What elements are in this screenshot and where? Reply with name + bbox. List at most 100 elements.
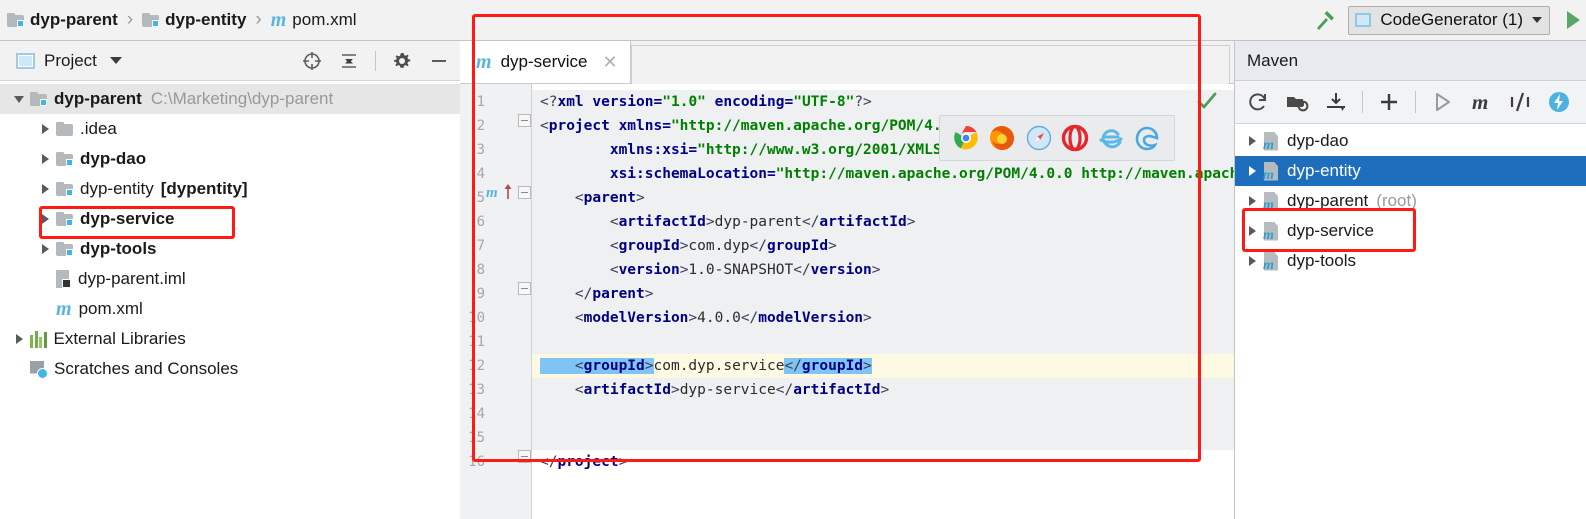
chevron-down-icon[interactable] (8, 95, 30, 103)
code-line[interactable]: <parent> (540, 186, 645, 210)
code-line[interactable]: xsi:schemaLocation="http://maven.apache.… (540, 162, 1234, 186)
chevron-right-icon[interactable] (1241, 226, 1263, 236)
download-sources-icon[interactable] (1323, 89, 1349, 115)
code-token: dyp-parent (714, 214, 802, 230)
tree-row-external-libraries[interactable]: External Libraries (0, 324, 460, 354)
hammer-icon[interactable] (1312, 7, 1338, 33)
tree-row-dyp-service[interactable]: dyp-service (0, 204, 460, 234)
maven-parent-nav-icon[interactable]: m (486, 180, 516, 204)
internet-explorer-icon[interactable] (1097, 124, 1125, 152)
project-panel-title[interactable]: Project (16, 51, 122, 71)
run-configuration-selector[interactable]: CodeGenerator (1) (1348, 5, 1550, 35)
code-line[interactable]: </project> (540, 450, 627, 474)
opera-icon[interactable] (1061, 124, 1089, 152)
ok-check-icon[interactable] (1196, 91, 1218, 116)
svg-text:m: m (486, 185, 498, 201)
code-line[interactable]: <modelVersion>4.0.0</modelVersion> (540, 306, 872, 330)
fold-marker-project-close[interactable] (518, 450, 531, 463)
code-token: groupId (583, 358, 645, 374)
tree-row-idea[interactable]: .idea (0, 114, 460, 144)
browser-launch-popup[interactable] (939, 115, 1175, 161)
maven-project-icon: m (1263, 222, 1280, 242)
maven-tool-window: Maven m m dyp-dao m dyp-entity m dyp-par… (1234, 41, 1586, 519)
editor-gutter[interactable]: m 1 2 3 4 5 6 7 8 9 10 11 12 13 14 15 16 (460, 84, 583, 519)
breadcrumb-separator-icon: › (255, 9, 262, 30)
tree-row-dyp-entity[interactable]: dyp-entity [dypentity] (0, 174, 460, 204)
breadcrumb-item-pom-xml[interactable]: m pom.xml (268, 10, 360, 30)
maven-panel-header: Maven (1235, 41, 1586, 81)
code-token: modelVersion (583, 310, 689, 326)
chevron-right-icon[interactable] (34, 184, 56, 194)
chevron-right-icon[interactable] (8, 334, 30, 344)
code-line[interactable]: <artifactId>dyp-service</artifactId> (540, 378, 889, 402)
breadcrumb-item-dyp-entity[interactable]: dyp-entity (139, 10, 249, 30)
execute-maven-goal-icon[interactable]: m (1468, 89, 1494, 115)
maven-row-dyp-parent[interactable]: m dyp-parent (root) (1235, 186, 1586, 216)
code-line[interactable]: <?xml version="1.0" encoding="UTF-8"?> (540, 90, 872, 114)
caret-down-icon[interactable] (109, 57, 122, 64)
maven-row-dyp-dao[interactable]: m dyp-dao (1235, 126, 1586, 156)
fold-marker-parent-close[interactable] (518, 282, 531, 295)
hide-panel-icon[interactable] (428, 50, 450, 72)
reimport-refresh-icon[interactable] (1245, 89, 1271, 115)
run-play-icon[interactable] (1560, 7, 1586, 33)
tree-row-pom-xml[interactable]: m pom.xml (0, 294, 460, 324)
tree-label: dyp-dao (80, 149, 147, 168)
code-line[interactable]: <groupId>com.dyp.service</groupId> (540, 354, 872, 378)
add-maven-project-icon[interactable] (1376, 89, 1402, 115)
code-token: > (906, 214, 916, 230)
chrome-icon[interactable] (952, 124, 980, 152)
code-line[interactable]: </parent> (540, 282, 654, 306)
settings-gear-icon[interactable] (391, 50, 413, 72)
code-token: artifactId (819, 214, 907, 230)
tree-label: dyp-parent (54, 89, 142, 108)
maven-project-icon: m (1263, 192, 1280, 212)
chevron-right-icon[interactable] (1241, 256, 1263, 266)
editor-tab-dyp-service[interactable]: m dyp-service ✕ (460, 41, 631, 83)
firefox-icon[interactable] (988, 124, 1016, 152)
maven-row-dyp-service[interactable]: m dyp-service (1235, 216, 1586, 246)
code-line[interactable]: <groupId>com.dyp</groupId> (540, 234, 837, 258)
code-token: </ (540, 454, 558, 470)
toggle-skip-tests-icon[interactable] (1507, 89, 1533, 115)
code-token: "1.0" (662, 94, 706, 110)
generate-sources-icon[interactable] (1284, 89, 1310, 115)
code-line[interactable]: <artifactId>dyp-parent</artifactId> (540, 210, 916, 234)
maven-projects-tree: m dyp-dao m dyp-entity m dyp-parent (roo… (1235, 124, 1586, 276)
chevron-right-icon[interactable] (34, 124, 56, 134)
code-token: < (540, 358, 584, 374)
breadcrumb-item-dyp-parent[interactable]: dyp-parent (4, 10, 121, 30)
svg-text:m: m (1472, 90, 1488, 114)
code-token: < (540, 214, 619, 230)
safari-icon[interactable] (1025, 124, 1053, 152)
fold-marker-parent-open[interactable] (518, 186, 531, 199)
show-dependencies-icon[interactable] (1546, 89, 1572, 115)
maven-row-dyp-tools[interactable]: m dyp-tools (1235, 246, 1586, 276)
collapse-all-icon[interactable] (338, 50, 360, 72)
fold-markers[interactable] (518, 84, 583, 519)
folder-module-icon (56, 212, 73, 226)
maven-row-dyp-entity[interactable]: m dyp-entity (1235, 156, 1586, 186)
tree-path: C:\Marketing\dyp-parent (150, 89, 334, 108)
code-token: < (540, 310, 584, 326)
maven-row-label: dyp-entity (1287, 161, 1361, 180)
chevron-right-icon[interactable] (1241, 196, 1263, 206)
code-line[interactable]: <project xmlns="http://maven.apache.org/… (540, 114, 977, 138)
run-maven-build-icon[interactable] (1429, 89, 1455, 115)
scroll-from-source-icon[interactable] (301, 50, 323, 72)
chevron-right-icon[interactable] (1241, 166, 1263, 176)
close-icon[interactable]: ✕ (602, 52, 617, 73)
fold-marker-project[interactable] (518, 114, 531, 127)
tree-row-dyp-parent[interactable]: dyp-parent C:\Marketing\dyp-parent (0, 84, 460, 114)
tree-row-scratches-and-consoles[interactable]: Scratches and Consoles (0, 354, 460, 384)
tree-row-dyp-tools[interactable]: dyp-tools (0, 234, 460, 264)
editor-area: m dyp-service ✕ m 1 2 3 4 5 6 7 8 9 10 1… (460, 14, 1234, 519)
edge-icon[interactable] (1134, 124, 1162, 152)
chevron-right-icon[interactable] (34, 214, 56, 224)
chevron-right-icon[interactable] (34, 154, 56, 164)
code-line[interactable]: <version>1.0-SNAPSHOT</version> (540, 258, 881, 282)
chevron-right-icon[interactable] (1241, 136, 1263, 146)
chevron-right-icon[interactable] (34, 244, 56, 254)
tree-row-dyp-parent-iml[interactable]: dyp-parent.iml (0, 264, 460, 294)
tree-row-dyp-dao[interactable]: dyp-dao (0, 144, 460, 174)
